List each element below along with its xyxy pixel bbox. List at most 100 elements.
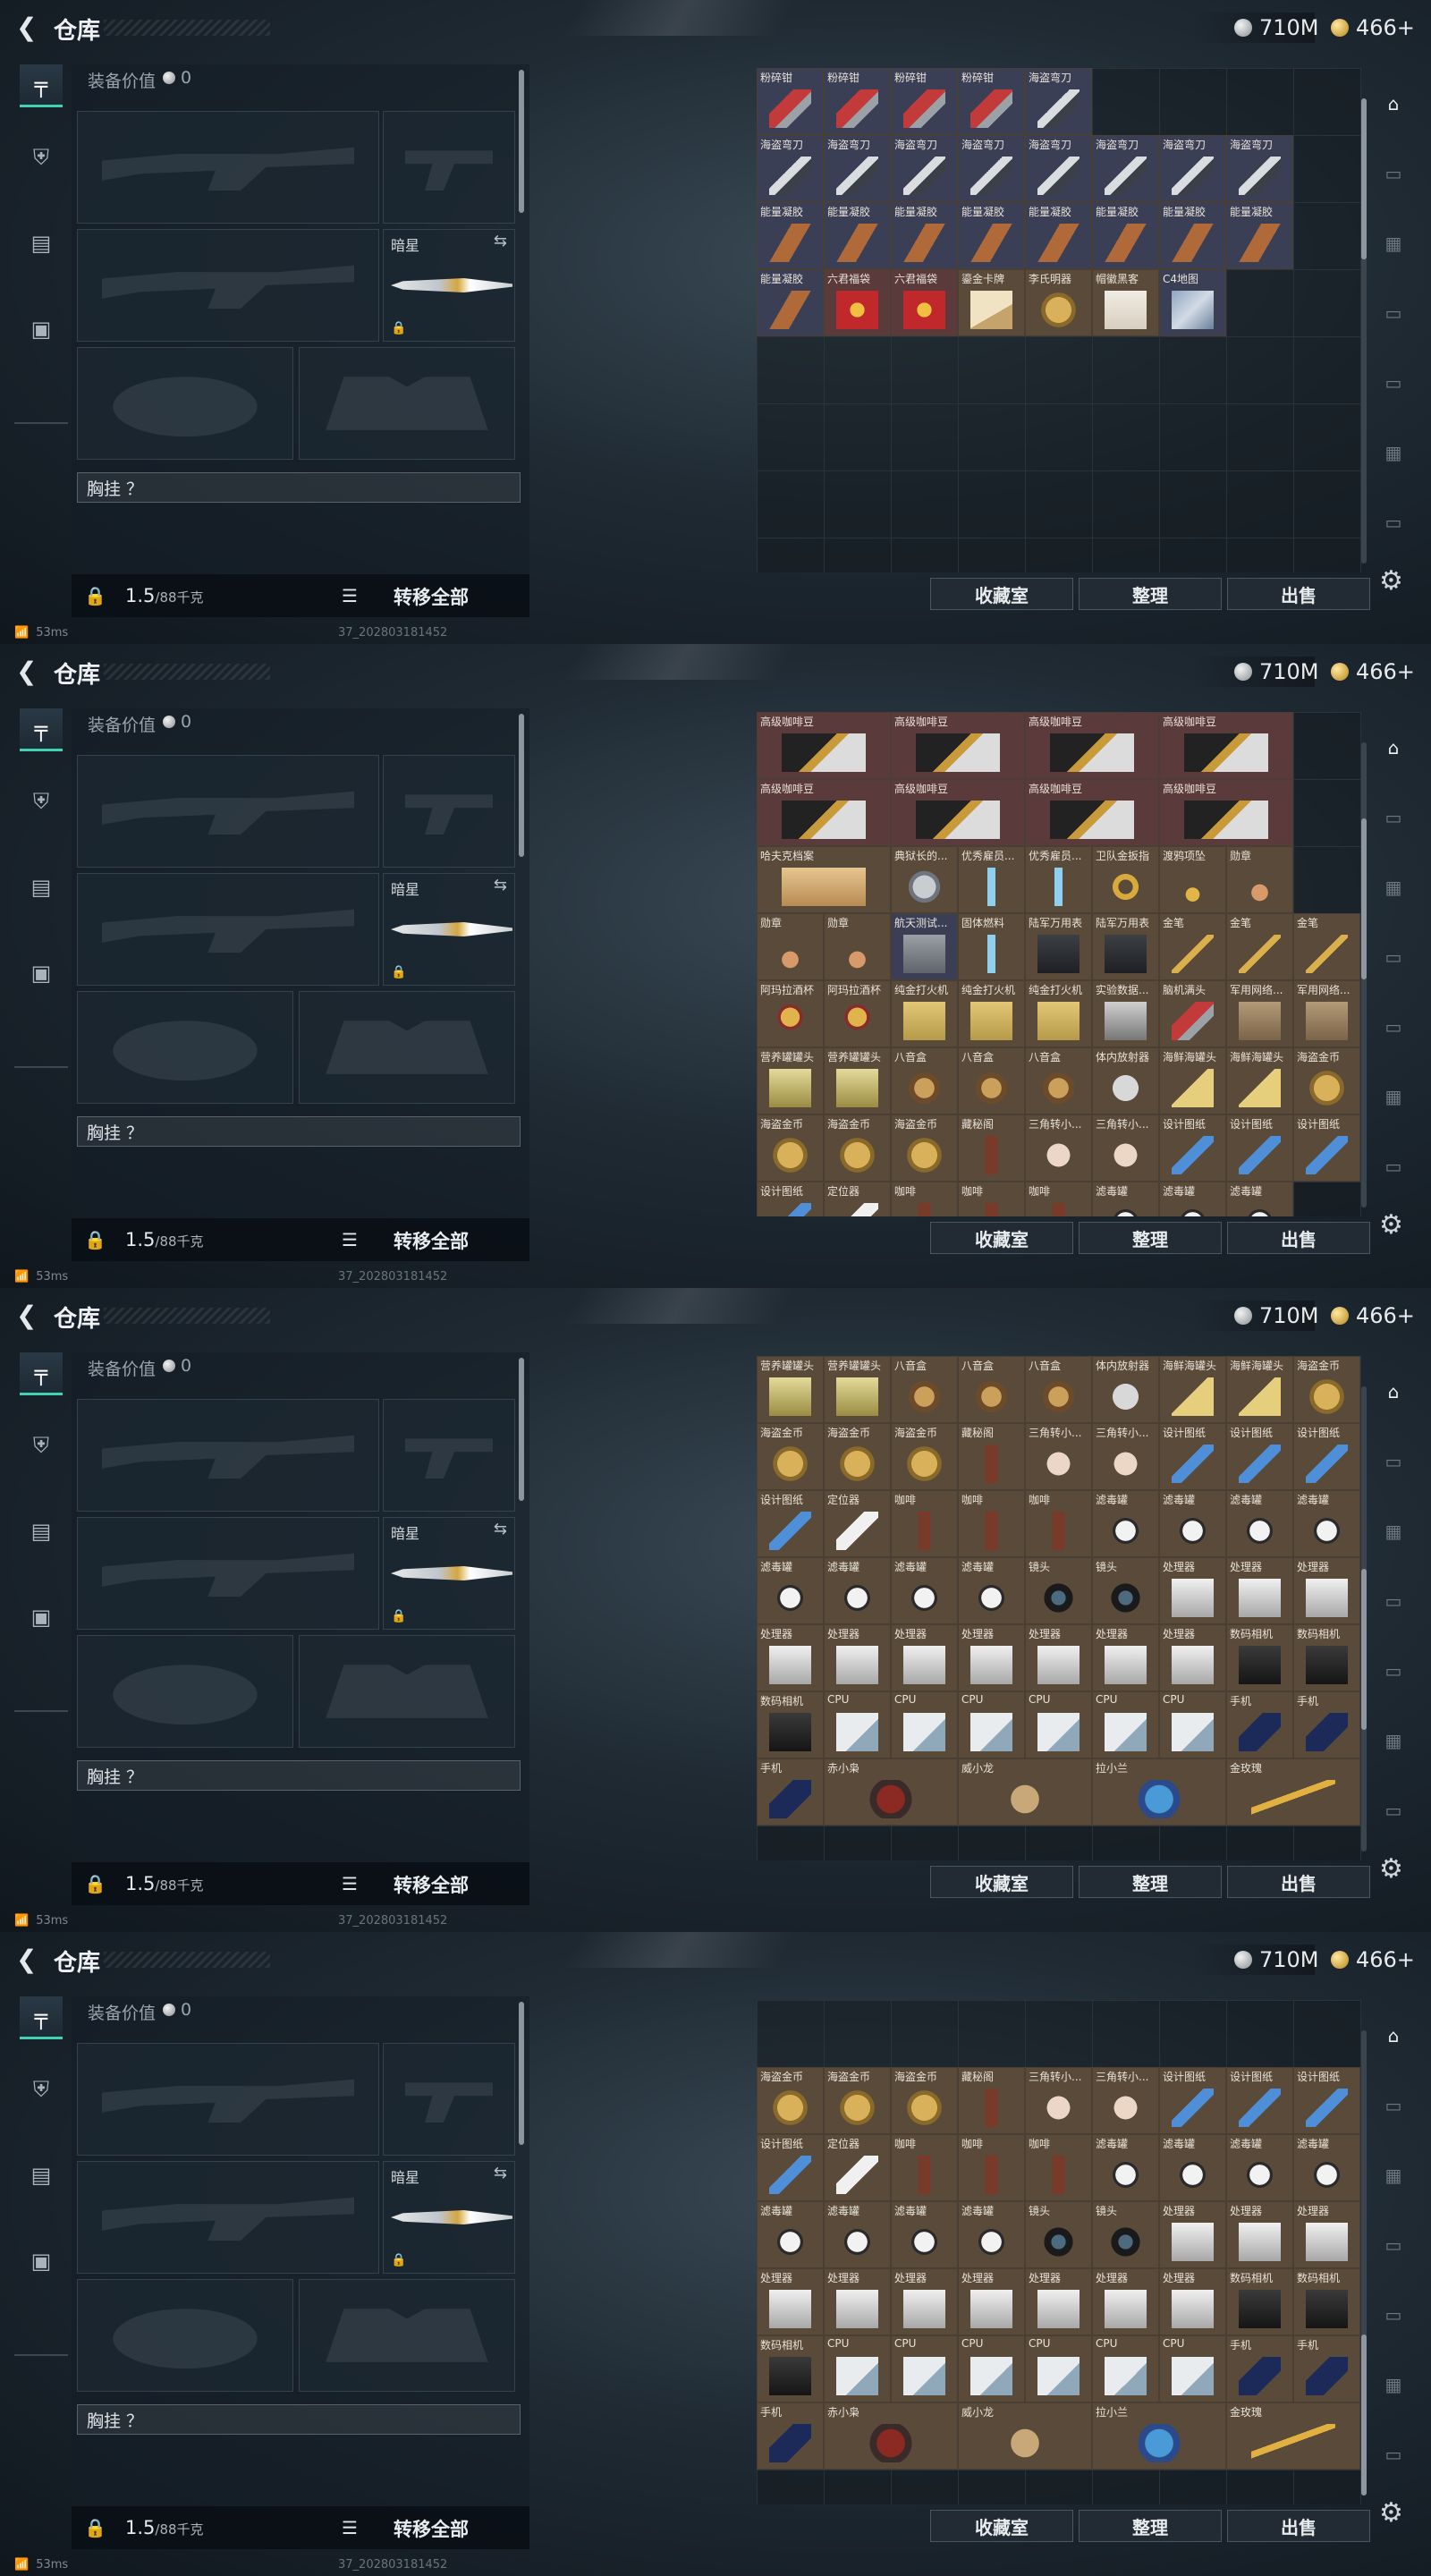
stash-item[interactable]: 处理器 (824, 1624, 891, 1691)
clipboard-tab-icon[interactable]: ▤ (20, 222, 63, 265)
stash-item[interactable]: 海盗金币 (1293, 1047, 1360, 1114)
gold-currency[interactable]: 466+ (1331, 1945, 1415, 1975)
stash-item[interactable]: 能量凝胶 (1226, 202, 1293, 269)
stash-item[interactable]: 海盗弯刀 (1092, 135, 1159, 202)
stash-item[interactable]: CPU (824, 1691, 891, 1758)
stash-item[interactable]: 实验数据... (1092, 980, 1159, 1047)
stash-item[interactable]: 勋章 (757, 913, 824, 980)
stash-item[interactable]: 营养罐罐头 (757, 1047, 824, 1114)
stash-item[interactable]: CPU (958, 2335, 1025, 2402)
storage-box-tab-icon[interactable]: ▭ (1374, 156, 1413, 191)
stash-item[interactable]: 六君福袋 (891, 269, 958, 336)
gti-container-tab-icon[interactable]: ▦ (1374, 1723, 1413, 1758)
storage-box-tab-icon[interactable]: ▭ (1374, 295, 1413, 331)
stash-item[interactable]: 渡鸦项坠 (1159, 846, 1226, 913)
stash-tab-icon[interactable]: ⌂ (1374, 1374, 1413, 1410)
stash-item[interactable]: 八音盒 (891, 1356, 958, 1423)
stash-item[interactable]: 手机 (757, 1758, 824, 1826)
sort-button[interactable]: 整理 (1079, 2510, 1222, 2542)
equipment-scrollbar[interactable] (519, 2002, 524, 2145)
chest-rig-slot[interactable]: 胸挂 ？ (77, 2404, 521, 2435)
stash-item[interactable]: 设计图纸 (1226, 1423, 1293, 1490)
stash-item[interactable]: CPU (1092, 2335, 1159, 2402)
storage-box-tab-icon[interactable]: ▭ (1374, 1444, 1413, 1479)
stash-item[interactable]: 海盗金币 (757, 2067, 824, 2134)
stash-item[interactable]: 处理器 (1159, 1624, 1226, 1691)
melee-slot[interactable]: 暗星 ⇆ 🔒 (383, 1517, 515, 1630)
stash-item[interactable]: 海盗弯刀 (1226, 135, 1293, 202)
stash-item[interactable]: 典狱长的... (891, 846, 958, 913)
secondary-weapon-slot[interactable] (77, 2161, 379, 2274)
stash-item[interactable]: 处理器 (1293, 1557, 1360, 1624)
stash-scrollbar[interactable] (1361, 2030, 1367, 2496)
stash-item[interactable]: 能量凝胶 (757, 269, 824, 336)
collection-room-button[interactable]: 收藏室 (930, 1222, 1073, 1254)
stash-item[interactable]: 优秀雇员... (958, 846, 1025, 913)
stash-item[interactable]: 八音盒 (958, 1047, 1025, 1114)
briefcase-tab-icon[interactable]: ▣ (20, 1596, 63, 1639)
chest-rig-slot[interactable]: 胸挂 ？ (77, 1116, 521, 1147)
stash-item[interactable]: 咖啡 (958, 1490, 1025, 1557)
gti-container-tab-icon[interactable]: ▦ (1374, 2367, 1413, 2402)
weapon-tab-icon[interactable]: ╤ (20, 64, 63, 107)
stash-item[interactable]: 海盗金币 (891, 1423, 958, 1490)
helmet-slot[interactable] (77, 991, 293, 1104)
clipboard-tab-icon[interactable]: ▤ (20, 1510, 63, 1553)
stash-item[interactable]: 咖啡 (1025, 2134, 1092, 2201)
stash-item[interactable]: CPU (1159, 1691, 1226, 1758)
sell-button[interactable]: 出售 (1227, 578, 1370, 610)
stash-item[interactable]: 处理器 (824, 2268, 891, 2335)
stash-item[interactable]: 处理器 (891, 1624, 958, 1691)
stash-item[interactable]: 拉小兰 (1092, 2402, 1226, 2470)
primary-weapon-slot[interactable] (77, 111, 379, 224)
stash-item[interactable]: 滤毒罐 (1092, 2134, 1159, 2201)
stash-item[interactable]: 手机 (1293, 1691, 1360, 1758)
body-armor-slot[interactable] (299, 347, 515, 460)
list-icon[interactable]: ☰ (342, 1229, 358, 1250)
stash-item[interactable]: 设计图纸 (1159, 1114, 1226, 1182)
stash-item[interactable]: 军用网络... (1226, 980, 1293, 1047)
stash-item[interactable]: 威小龙 (958, 1758, 1092, 1826)
stash-item[interactable]: 优秀雇员... (1025, 846, 1092, 913)
stash-scrollbar[interactable] (1361, 1386, 1367, 1852)
helmet-slot[interactable] (77, 2279, 293, 2392)
stash-item[interactable]: 三角转小... (1092, 2067, 1159, 2134)
stash-item[interactable]: 定位器 (824, 1182, 891, 1216)
stash-item[interactable]: 滤毒罐 (1226, 2134, 1293, 2201)
briefcase-tab-icon[interactable]: ▣ (20, 308, 63, 351)
stash-item[interactable]: 八音盒 (1025, 1356, 1092, 1423)
storage-box-tab-icon[interactable]: ▭ (1374, 939, 1413, 975)
stash-item[interactable]: 海盗金币 (824, 1423, 891, 1490)
stash-item[interactable]: 处理器 (1025, 2268, 1092, 2335)
weapon-tab-icon[interactable]: ╤ (20, 1996, 63, 2039)
stash-item[interactable]: 藏秘阁 (958, 1423, 1025, 1490)
stash-item[interactable]: 设计图纸 (1293, 1114, 1360, 1182)
stash-item[interactable]: 镜头 (1025, 2201, 1092, 2268)
secondary-weapon-slot[interactable] (77, 1517, 379, 1630)
stash-item[interactable]: 高级咖啡豆 (1159, 712, 1293, 779)
stash-item[interactable]: 海盗弯刀 (1025, 135, 1092, 202)
armor-tab-icon[interactable]: ⛨ (20, 1424, 63, 1467)
stash-scrollbar[interactable] (1361, 742, 1367, 1208)
stash-item[interactable]: 三角转小... (1025, 2067, 1092, 2134)
stash-item[interactable]: 滤毒罐 (1159, 2134, 1226, 2201)
gti-container-tab-icon[interactable]: ▦ (1374, 225, 1413, 261)
collection-room-button[interactable]: 收藏室 (930, 578, 1073, 610)
stash-item[interactable]: 能量凝胶 (1159, 202, 1226, 269)
gti-container-tab-icon[interactable]: ▦ (1374, 869, 1413, 905)
stash-item[interactable]: 营养罐罐头 (824, 1047, 891, 1114)
stash-scroll-thumb[interactable] (1361, 818, 1367, 979)
stash-item[interactable]: 陆军万用表 (1092, 913, 1159, 980)
stash-item[interactable]: CPU (958, 1691, 1025, 1758)
stash-item[interactable]: 帽徽黑客 (1092, 269, 1159, 336)
sidearm-slot[interactable] (383, 111, 515, 224)
stash-item[interactable]: 镜头 (1092, 2201, 1159, 2268)
stash-item[interactable]: 咖啡 (891, 1182, 958, 1216)
secondary-weapon-slot[interactable] (77, 873, 379, 986)
stash-item[interactable]: 处理器 (1159, 2201, 1226, 2268)
stash-item[interactable]: 藏秘阁 (958, 1114, 1025, 1182)
stash-item[interactable]: 陆军万用表 (1025, 913, 1092, 980)
stash-item[interactable]: 滤毒罐 (958, 1557, 1025, 1624)
stash-scroll-thumb[interactable] (1361, 1569, 1367, 1730)
stash-item[interactable]: 处理器 (757, 2268, 824, 2335)
